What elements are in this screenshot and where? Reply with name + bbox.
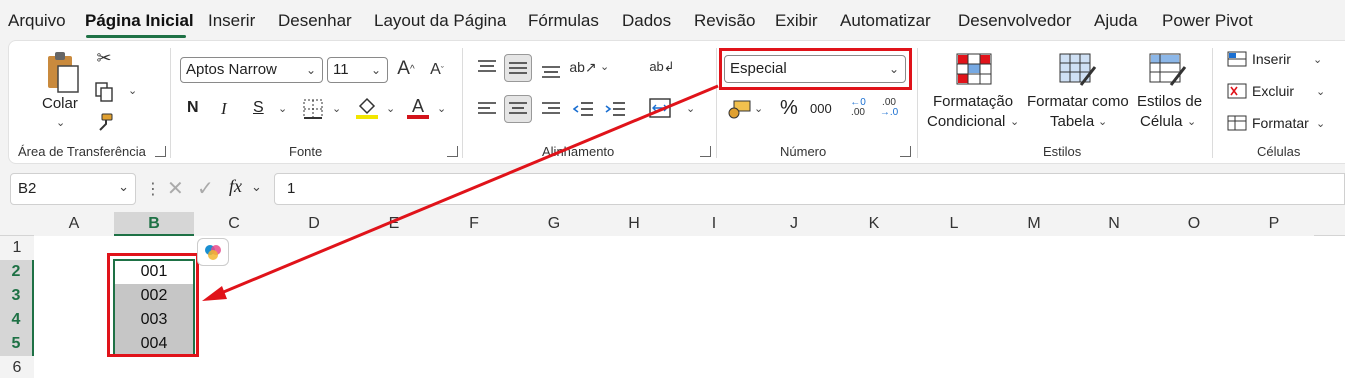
annotation-arrow — [202, 84, 719, 301]
